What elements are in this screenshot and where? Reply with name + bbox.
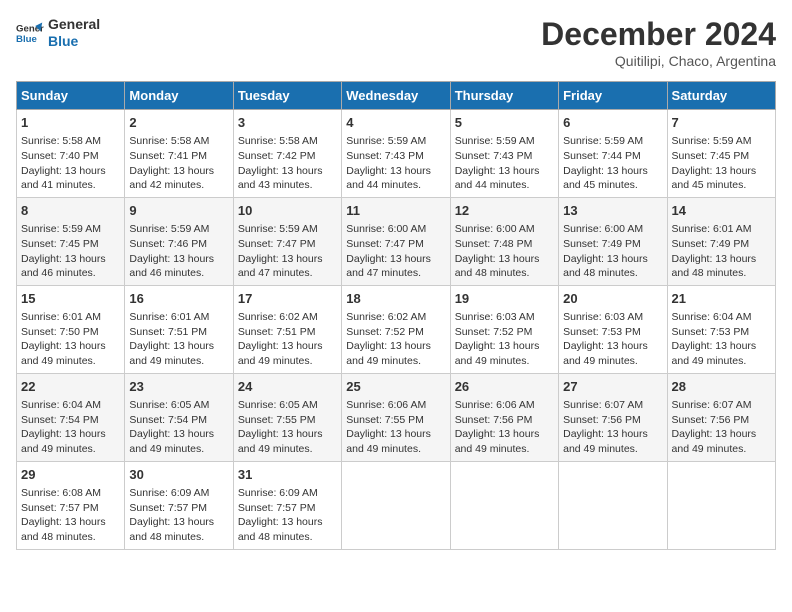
calendar-week-5: 29Sunrise: 6:08 AMSunset: 7:57 PMDayligh…	[17, 461, 776, 549]
calendar-cell-day-12: 12Sunrise: 6:00 AMSunset: 7:48 PMDayligh…	[450, 197, 558, 285]
calendar-week-2: 8Sunrise: 5:59 AMSunset: 7:45 PMDaylight…	[17, 197, 776, 285]
calendar-cell-day-24: 24Sunrise: 6:05 AMSunset: 7:55 PMDayligh…	[233, 373, 341, 461]
calendar-cell-day-20: 20Sunrise: 6:03 AMSunset: 7:53 PMDayligh…	[559, 285, 667, 373]
subtitle: Quitilipi, Chaco, Argentina	[541, 53, 776, 69]
calendar-cell-day-5: 5Sunrise: 5:59 AMSunset: 7:43 PMDaylight…	[450, 110, 558, 198]
calendar-cell-day-30: 30Sunrise: 6:09 AMSunset: 7:57 PMDayligh…	[125, 461, 233, 549]
calendar-cell-day-14: 14Sunrise: 6:01 AMSunset: 7:49 PMDayligh…	[667, 197, 775, 285]
logo: General Blue General Blue	[16, 16, 100, 50]
calendar-week-4: 22Sunrise: 6:04 AMSunset: 7:54 PMDayligh…	[17, 373, 776, 461]
calendar-cell-day-19: 19Sunrise: 6:03 AMSunset: 7:52 PMDayligh…	[450, 285, 558, 373]
calendar-body: 1Sunrise: 5:58 AMSunset: 7:40 PMDaylight…	[17, 110, 776, 550]
calendar-cell-day-31: 31Sunrise: 6:09 AMSunset: 7:57 PMDayligh…	[233, 461, 341, 549]
calendar-cell-day-22: 22Sunrise: 6:04 AMSunset: 7:54 PMDayligh…	[17, 373, 125, 461]
col-wednesday: Wednesday	[342, 82, 450, 110]
col-saturday: Saturday	[667, 82, 775, 110]
calendar-cell-day-13: 13Sunrise: 6:00 AMSunset: 7:49 PMDayligh…	[559, 197, 667, 285]
col-sunday: Sunday	[17, 82, 125, 110]
col-monday: Monday	[125, 82, 233, 110]
calendar-week-3: 15Sunrise: 6:01 AMSunset: 7:50 PMDayligh…	[17, 285, 776, 373]
calendar-cell-day-11: 11Sunrise: 6:00 AMSunset: 7:47 PMDayligh…	[342, 197, 450, 285]
calendar-cell-day-17: 17Sunrise: 6:02 AMSunset: 7:51 PMDayligh…	[233, 285, 341, 373]
logo-line2: Blue	[48, 33, 100, 50]
col-tuesday: Tuesday	[233, 82, 341, 110]
title-block: December 2024 Quitilipi, Chaco, Argentin…	[541, 16, 776, 69]
calendar-cell-day-10: 10Sunrise: 5:59 AMSunset: 7:47 PMDayligh…	[233, 197, 341, 285]
calendar-cell-day-4: 4Sunrise: 5:59 AMSunset: 7:43 PMDaylight…	[342, 110, 450, 198]
main-title: December 2024	[541, 16, 776, 53]
calendar-cell-day-3: 3Sunrise: 5:58 AMSunset: 7:42 PMDaylight…	[233, 110, 341, 198]
calendar-cell-day-26: 26Sunrise: 6:06 AMSunset: 7:56 PMDayligh…	[450, 373, 558, 461]
calendar-cell-day-21: 21Sunrise: 6:04 AMSunset: 7:53 PMDayligh…	[667, 285, 775, 373]
col-friday: Friday	[559, 82, 667, 110]
page-header: General Blue General Blue December 2024 …	[16, 16, 776, 69]
calendar-cell-day-27: 27Sunrise: 6:07 AMSunset: 7:56 PMDayligh…	[559, 373, 667, 461]
calendar-cell-day-25: 25Sunrise: 6:06 AMSunset: 7:55 PMDayligh…	[342, 373, 450, 461]
calendar-cell-day-15: 15Sunrise: 6:01 AMSunset: 7:50 PMDayligh…	[17, 285, 125, 373]
calendar-cell-empty	[559, 461, 667, 549]
calendar-cell-day-1: 1Sunrise: 5:58 AMSunset: 7:40 PMDaylight…	[17, 110, 125, 198]
calendar-cell-day-7: 7Sunrise: 5:59 AMSunset: 7:45 PMDaylight…	[667, 110, 775, 198]
calendar-table: Sunday Monday Tuesday Wednesday Thursday…	[16, 81, 776, 550]
calendar-cell-day-6: 6Sunrise: 5:59 AMSunset: 7:44 PMDaylight…	[559, 110, 667, 198]
svg-text:Blue: Blue	[16, 34, 37, 45]
calendar-cell-day-29: 29Sunrise: 6:08 AMSunset: 7:57 PMDayligh…	[17, 461, 125, 549]
col-thursday: Thursday	[450, 82, 558, 110]
calendar-cell-empty	[342, 461, 450, 549]
calendar-cell-day-16: 16Sunrise: 6:01 AMSunset: 7:51 PMDayligh…	[125, 285, 233, 373]
logo-line1: General	[48, 16, 100, 33]
calendar-cell-day-28: 28Sunrise: 6:07 AMSunset: 7:56 PMDayligh…	[667, 373, 775, 461]
logo-icon: General Blue	[16, 19, 44, 47]
calendar-cell-empty	[667, 461, 775, 549]
calendar-header-row: Sunday Monday Tuesday Wednesday Thursday…	[17, 82, 776, 110]
calendar-week-1: 1Sunrise: 5:58 AMSunset: 7:40 PMDaylight…	[17, 110, 776, 198]
calendar-cell-day-9: 9Sunrise: 5:59 AMSunset: 7:46 PMDaylight…	[125, 197, 233, 285]
calendar-cell-day-8: 8Sunrise: 5:59 AMSunset: 7:45 PMDaylight…	[17, 197, 125, 285]
calendar-cell-empty	[450, 461, 558, 549]
calendar-cell-day-2: 2Sunrise: 5:58 AMSunset: 7:41 PMDaylight…	[125, 110, 233, 198]
calendar-cell-day-18: 18Sunrise: 6:02 AMSunset: 7:52 PMDayligh…	[342, 285, 450, 373]
calendar-cell-day-23: 23Sunrise: 6:05 AMSunset: 7:54 PMDayligh…	[125, 373, 233, 461]
